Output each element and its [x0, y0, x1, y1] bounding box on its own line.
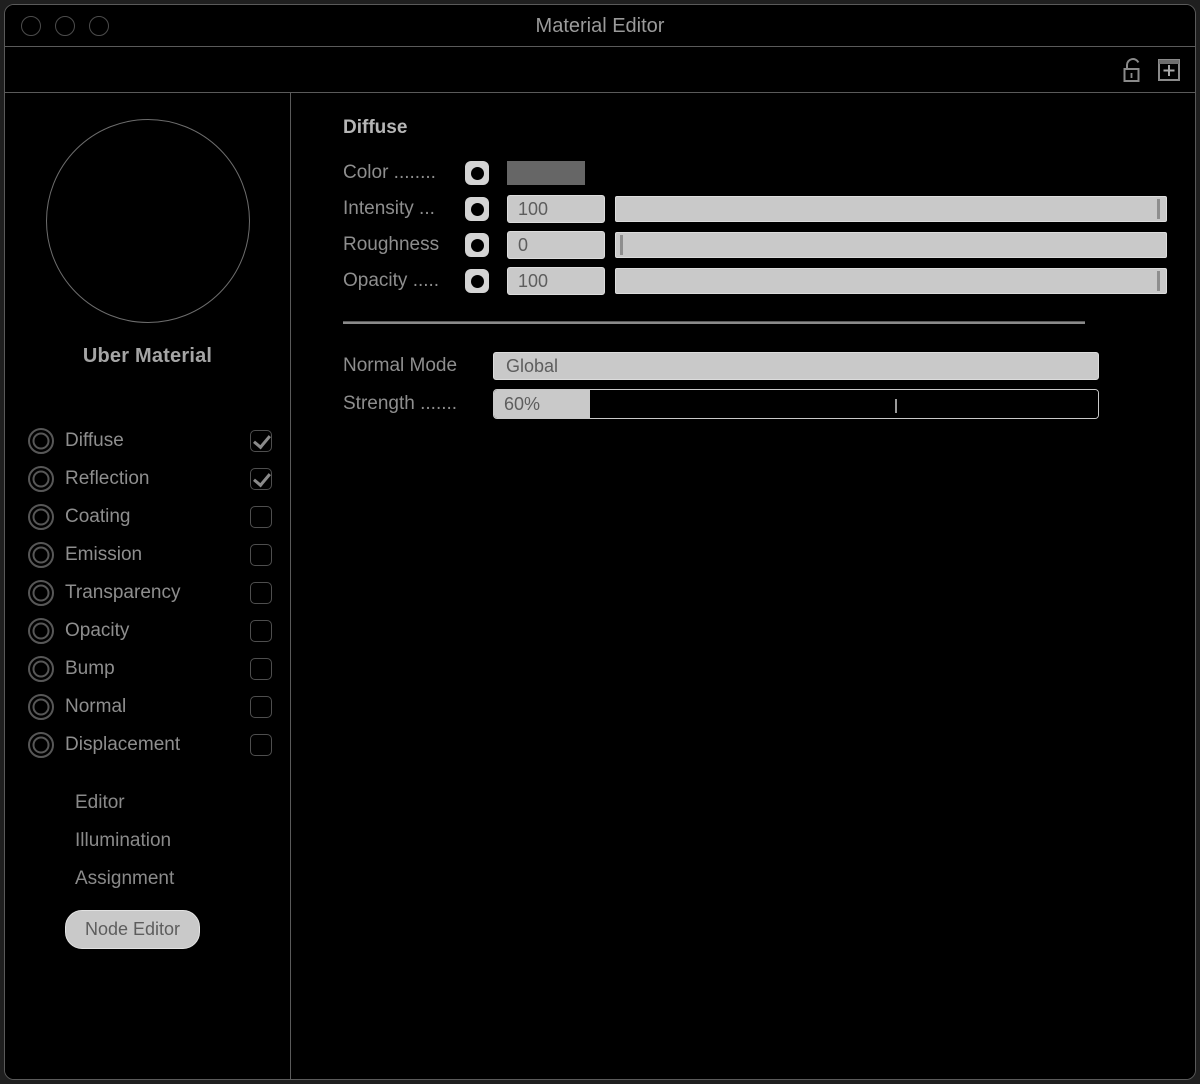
channel-row-coating[interactable]: Coating	[27, 498, 272, 536]
channel-label: Emission	[65, 544, 143, 565]
dot-icon	[470, 202, 484, 216]
color-swatch[interactable]	[507, 161, 585, 185]
dot-icon	[470, 238, 484, 252]
property-row-roughness: Roughness 0	[343, 227, 1167, 263]
channel-checkbox-transparency[interactable]	[250, 582, 272, 604]
material-editor-window: Material Editor Uber Material Diffuse Re…	[4, 4, 1196, 1080]
channel-ring-icon	[28, 580, 54, 606]
channel-checkbox-emission[interactable]	[250, 544, 272, 566]
color-texture-button[interactable]	[465, 161, 489, 185]
channel-ring-icon	[28, 428, 54, 454]
nav-link-assignment[interactable]: Assignment	[75, 860, 290, 898]
channel-label: Normal	[65, 696, 127, 717]
channel-ring-icon	[28, 656, 54, 682]
properties-panel: Diffuse Color ........ Intensity ... 100…	[291, 93, 1195, 1079]
slider-handle[interactable]	[894, 399, 897, 413]
channel-checkbox-reflection[interactable]	[250, 468, 272, 490]
toolbar	[5, 47, 1195, 93]
slider-handle[interactable]	[620, 235, 623, 255]
dot-icon	[470, 274, 484, 288]
channel-row-displacement[interactable]: Displacement	[27, 726, 272, 764]
window-body: Uber Material Diffuse Reflection Coating	[5, 93, 1195, 1079]
channel-row-emission[interactable]: Emission	[27, 536, 272, 574]
slider-handle[interactable]	[1157, 199, 1160, 219]
unlock-icon[interactable]	[1121, 57, 1145, 83]
dot-icon	[470, 166, 484, 180]
channel-ring-icon	[28, 732, 54, 758]
channel-checkbox-displacement[interactable]	[250, 734, 272, 756]
sidebar: Uber Material Diffuse Reflection Coating	[5, 93, 291, 1079]
strength-input[interactable]: 60%	[494, 390, 590, 418]
channel-checkbox-normal[interactable]	[250, 696, 272, 718]
property-row-normal-mode: Normal Mode Global	[343, 348, 1167, 384]
channel-row-normal[interactable]: Normal	[27, 688, 272, 726]
channel-ring-icon	[28, 542, 54, 568]
property-label-intensity: Intensity ...	[343, 198, 435, 219]
channel-ring-icon	[28, 618, 54, 644]
channel-label: Coating	[65, 506, 131, 527]
node-editor-button[interactable]: Node Editor	[65, 910, 201, 949]
property-row-color: Color ........	[343, 155, 1167, 191]
channel-row-opacity[interactable]: Opacity	[27, 612, 272, 650]
property-row-intensity: Intensity ... 100	[343, 191, 1167, 227]
channel-label: Reflection	[65, 468, 150, 489]
property-row-opacity: Opacity ..... 100	[343, 263, 1167, 299]
channel-label: Displacement	[65, 734, 181, 755]
opacity-texture-button[interactable]	[465, 269, 489, 293]
property-row-strength: Strength ....... 60%	[343, 384, 1167, 424]
preview-area	[5, 93, 290, 343]
opacity-slider[interactable]	[615, 268, 1167, 294]
channel-label: Diffuse	[65, 430, 124, 451]
material-preview-sphere[interactable]	[45, 119, 250, 323]
add-box-icon[interactable]	[1157, 58, 1181, 82]
intensity-input[interactable]: 100	[507, 195, 605, 223]
strength-control[interactable]: 60%	[493, 389, 1099, 419]
channel-ring-icon	[28, 466, 54, 492]
intensity-texture-button[interactable]	[465, 197, 489, 221]
nav-link-illumination[interactable]: Illumination	[75, 822, 290, 860]
channel-row-reflection[interactable]: Reflection	[27, 460, 272, 498]
property-label-roughness: Roughness	[343, 234, 440, 255]
channel-row-diffuse[interactable]: Diffuse	[27, 422, 272, 460]
channel-label: Bump	[65, 658, 115, 679]
channel-row-transparency[interactable]: Transparency	[27, 574, 272, 612]
section-title-diffuse: Diffuse	[343, 117, 408, 138]
channel-row-bump[interactable]: Bump	[27, 650, 272, 688]
sidebar-nav: Editor Illumination Assignment	[5, 784, 290, 898]
slider-handle[interactable]	[1157, 271, 1160, 291]
opacity-input[interactable]: 100	[507, 267, 605, 295]
channel-list: Diffuse Reflection Coating Emission Tran…	[5, 422, 290, 764]
roughness-slider[interactable]	[615, 232, 1167, 258]
property-label-strength: Strength .......	[343, 393, 458, 414]
toolbar-actions	[1121, 47, 1181, 93]
channel-checkbox-coating[interactable]	[250, 506, 272, 528]
channel-checkbox-diffuse[interactable]	[250, 430, 272, 452]
channel-label: Transparency	[65, 582, 181, 603]
material-name: Uber Material	[82, 345, 213, 367]
node-editor-area: Node Editor	[5, 910, 290, 949]
normal-mode-select[interactable]: Global	[493, 352, 1099, 380]
property-label-normal-mode: Normal Mode	[343, 355, 458, 376]
channel-checkbox-bump[interactable]	[250, 658, 272, 680]
section-divider	[343, 321, 1085, 324]
channel-ring-icon	[28, 694, 54, 720]
property-label-color: Color ........	[343, 162, 436, 183]
roughness-texture-button[interactable]	[465, 233, 489, 257]
nav-link-editor[interactable]: Editor	[75, 784, 290, 822]
intensity-slider[interactable]	[615, 196, 1167, 222]
channel-checkbox-opacity[interactable]	[250, 620, 272, 642]
strength-slider[interactable]	[590, 390, 1098, 418]
roughness-input[interactable]: 0	[507, 231, 605, 259]
window-title: Material Editor	[535, 14, 665, 37]
channel-ring-icon	[28, 504, 54, 530]
title-bar: Material Editor	[5, 5, 1195, 47]
property-label-opacity: Opacity .....	[343, 270, 440, 291]
channel-label: Opacity	[65, 620, 130, 641]
